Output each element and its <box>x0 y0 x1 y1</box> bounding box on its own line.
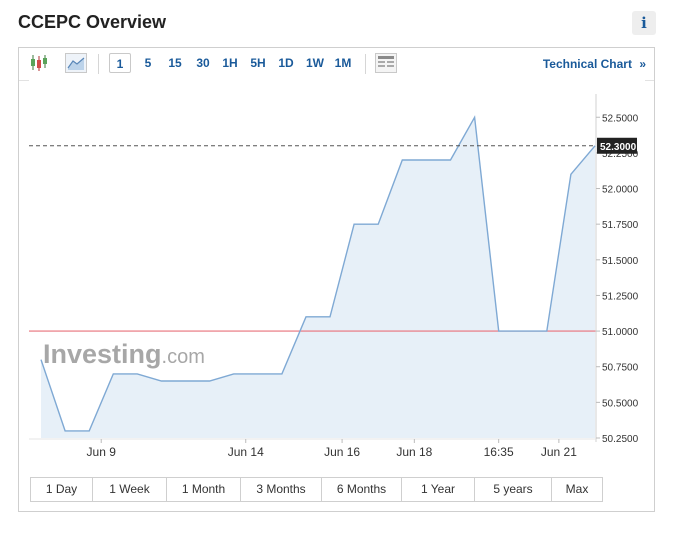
timeframe-1d[interactable]: 1D <box>275 53 297 73</box>
x-tick-label: Jun 21 <box>541 445 577 459</box>
toolbar-separator <box>365 54 366 74</box>
chevron-right-icon: » <box>639 57 646 71</box>
current-value-label: 52.3000 <box>600 142 637 153</box>
range-1-week[interactable]: 1 Week <box>93 478 167 501</box>
y-tick-label: 52.5000 <box>602 113 639 124</box>
x-tick-label: Jun 14 <box>228 445 264 459</box>
y-tick-label: 51.2500 <box>602 291 639 302</box>
watermark-brand: Investing <box>43 339 162 369</box>
watermark-suffix: .com <box>162 346 205 368</box>
range-max[interactable]: Max <box>552 478 602 501</box>
range-1-year[interactable]: 1 Year <box>402 478 475 501</box>
y-tick-label: 50.7500 <box>602 363 639 374</box>
x-tick-label: Jun 16 <box>324 445 360 459</box>
timeframe-1[interactable]: 1 <box>109 53 131 73</box>
page-title: CCEPC Overview <box>18 12 167 32</box>
area-chart-icon[interactable] <box>65 53 87 78</box>
timeframe-15[interactable]: 15 <box>164 53 186 73</box>
y-tick-label: 50.2500 <box>602 434 639 445</box>
candlestick-icon[interactable] <box>29 53 49 78</box>
y-tick-label: 51.5000 <box>602 256 639 267</box>
range-1-day[interactable]: 1 Day <box>31 478 93 501</box>
timeframe-1h[interactable]: 1H <box>219 53 241 73</box>
y-tick-label: 51.0000 <box>602 327 639 338</box>
range-1-month[interactable]: 1 Month <box>167 478 241 501</box>
toolbar-separator <box>98 54 99 74</box>
range-3-months[interactable]: 3 Months <box>241 478 322 501</box>
x-tick-label: 16:35 <box>484 445 514 459</box>
technical-chart-link[interactable]: Technical Chart » <box>543 54 646 74</box>
x-tick-label: Jun 18 <box>396 445 432 459</box>
range-6-months[interactable]: 6 Months <box>322 478 402 501</box>
range-selector: 1 Day 1 Week 1 Month 3 Months 6 Months 1… <box>30 477 603 502</box>
x-tick-label: Jun 9 <box>87 445 117 459</box>
layout-icon[interactable] <box>375 53 397 78</box>
chart-panel: 1 5 15 30 1H 5H 1D 1W 1M Technical Chart… <box>18 47 655 512</box>
timeframe-30[interactable]: 30 <box>192 53 214 73</box>
chart-toolbar: 1 5 15 30 1H 5H 1D 1W 1M Technical Chart… <box>19 48 654 81</box>
timeframe-1w[interactable]: 1W <box>303 53 327 73</box>
timeframe-1m[interactable]: 1M <box>331 53 355 73</box>
y-tick-label: 52.0000 <box>602 185 639 196</box>
price-chart-svg: Investing.com 50.2500 50.5000 50.7500 51.000… <box>29 80 645 472</box>
timeframe-5[interactable]: 5 <box>138 53 158 73</box>
technical-chart-label: Technical Chart <box>542 57 632 71</box>
timeframe-5h[interactable]: 5H <box>247 53 269 73</box>
range-5-years[interactable]: 5 years <box>475 478 552 501</box>
y-tick-label: 50.5000 <box>602 398 639 409</box>
price-chart: Investing.com 50.2500 50.5000 50.7500 51.000… <box>29 80 645 472</box>
y-tick-label: 51.7500 <box>602 220 639 231</box>
info-button[interactable]: i <box>632 11 656 35</box>
